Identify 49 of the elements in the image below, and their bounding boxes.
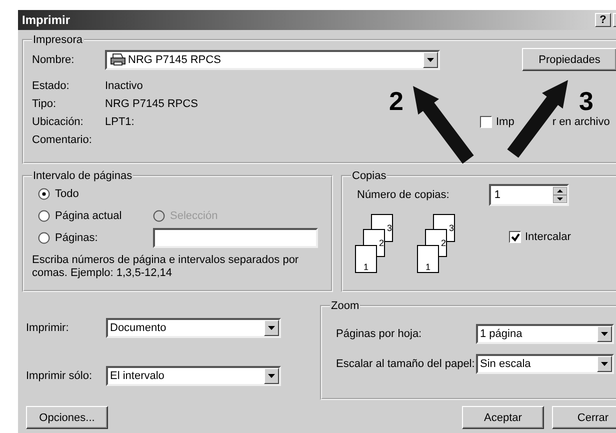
field-value: NRG P7145 RPCS xyxy=(105,97,198,112)
field-label: Escalar al tamaño del papel: xyxy=(336,358,476,370)
group-title: Zoom xyxy=(330,300,360,312)
group-title: Copias xyxy=(351,170,388,182)
print-what-dropdown[interactable]: Documento xyxy=(106,318,281,338)
page-stack-drawing: 3 2 1 xyxy=(417,214,457,274)
options-button[interactable]: Opciones... xyxy=(26,406,108,429)
pages-input-field[interactable] xyxy=(153,228,318,248)
zoom-dropdown[interactable]: 1 página xyxy=(476,324,614,344)
ok-button[interactable]: Aceptar xyxy=(462,406,544,429)
field-label: Tipo: xyxy=(32,97,56,112)
field-label: Número de copias: xyxy=(357,189,450,201)
copies-spinner[interactable]: 1 xyxy=(489,184,570,206)
field-label: Estado: xyxy=(32,79,70,94)
field-label: Imprimir sólo: xyxy=(25,370,94,382)
print-only-dropdown[interactable]: El intervalo xyxy=(106,366,281,386)
window-title: Imprimir xyxy=(22,13,70,27)
annotation-number: 3 xyxy=(579,86,594,117)
field-label: Comentario: xyxy=(32,133,92,148)
radio-label: Todo xyxy=(55,188,79,200)
field-label: Nombre: xyxy=(32,52,74,68)
checkbox-label: r en archivo xyxy=(552,116,610,128)
field-value: Inactivo xyxy=(105,79,143,94)
field-label: Imprimir: xyxy=(25,322,70,334)
properties-button[interactable]: Propiedades xyxy=(522,48,616,71)
printer-dropdown[interactable]: NRG P7145 RPCS xyxy=(105,50,440,70)
checkbox-label: Intercalar xyxy=(525,231,571,243)
checkbox[interactable] xyxy=(509,231,521,243)
field-label: Ubicación: xyxy=(32,115,84,130)
radio-button[interactable] xyxy=(38,232,50,244)
group-title: Intervalo de páginas xyxy=(32,170,134,182)
radio-label: Páginas: xyxy=(55,232,98,244)
radio-button[interactable] xyxy=(38,210,50,222)
close-dialog-button[interactable]: Cerrar xyxy=(552,406,616,429)
help-button[interactable]: ? xyxy=(595,13,611,27)
arrow-icon xyxy=(411,84,475,166)
field-label: Páginas por hoja: xyxy=(336,328,423,340)
field-value: LPT1: xyxy=(105,115,134,130)
page-stack-drawing: 3 2 1 xyxy=(355,214,395,274)
checkbox[interactable] xyxy=(480,116,492,128)
group-title: Impresora xyxy=(32,34,84,46)
spinner-arrows-icon xyxy=(553,187,568,203)
printer-icon xyxy=(110,53,126,66)
checkbox-label: Imp xyxy=(496,116,514,128)
radio-label: Página actual xyxy=(55,210,122,222)
hint-text: Escriba números de página e intervalos separados por comas. Ejemplo: 1,3,5-12,14 xyxy=(32,254,300,280)
annotation-number: 2 xyxy=(389,86,404,117)
radio-button[interactable] xyxy=(38,188,50,200)
zoom-dropdown[interactable]: Sin escala xyxy=(476,354,614,374)
